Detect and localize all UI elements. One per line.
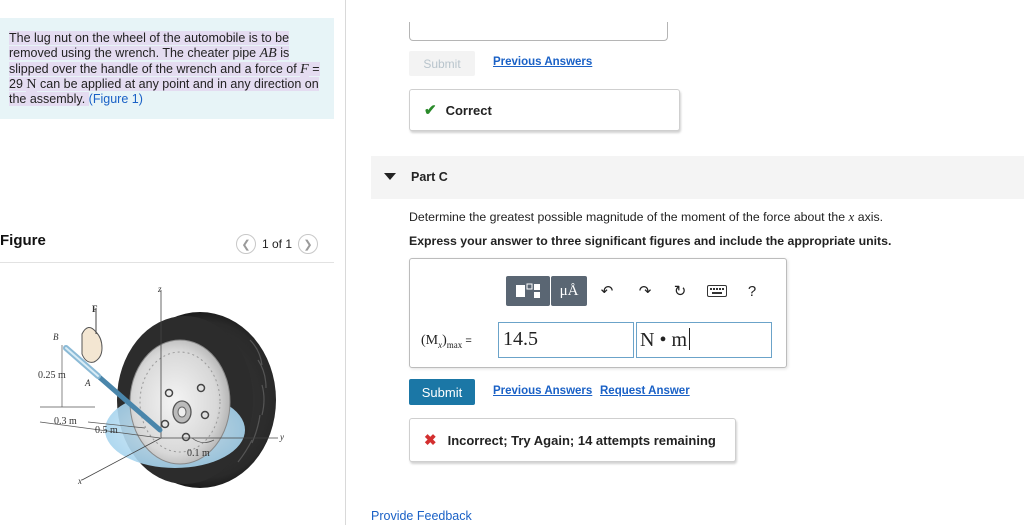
incorrect-text: Incorrect; Try Again; 14 attempts remain… <box>447 432 716 448</box>
problem-text-1: The lug nut on the wheel of the automobi… <box>9 31 290 61</box>
request-answer-link[interactable]: Request Answer <box>600 385 690 397</box>
figure-link[interactable]: (Figure 1) <box>89 92 143 106</box>
var-ab: AB <box>259 46 277 62</box>
label-d4: 0.1 m <box>187 448 210 459</box>
chevron-right-icon[interactable]: ❯ <box>298 234 319 254</box>
previous-answers-link-part-c[interactable]: Previous Answers <box>493 385 592 397</box>
page: The lug nut on the wheel of the automobi… <box>0 0 1024 525</box>
unit-n: N <box>26 76 37 92</box>
chevron-left-icon[interactable]: ❮ <box>236 234 256 254</box>
redo-icon[interactable]: ↷ <box>634 276 656 306</box>
equation-label: (Mx)max = <box>421 333 472 350</box>
var-f: F <box>300 61 309 77</box>
provide-feedback-link[interactable]: Provide Feedback <box>371 509 472 523</box>
value-input[interactable]: 14.5 <box>498 322 634 358</box>
keyboard-icon[interactable] <box>704 276 730 306</box>
submit-button-disabled: Submit <box>409 51 475 76</box>
label-d3: 0.5 m <box>95 425 118 436</box>
templates-icon[interactable] <box>506 276 550 306</box>
previous-answers-link[interactable]: Previous Answers <box>493 56 592 68</box>
column-divider <box>345 0 346 525</box>
figure-pager: ❮ 1 of 1 ❯ <box>236 234 319 254</box>
wheel-wrench-figure: z F B A 0.25 m 0.3 m 0.5 m 0.1 m y x <box>38 284 284 488</box>
units-icon[interactable]: μÅ <box>551 276 587 306</box>
figure-title: Figure <box>0 232 46 249</box>
text-caret <box>689 328 691 350</box>
figure-divider <box>0 262 334 263</box>
part-c-label[interactable]: Part C <box>411 170 448 184</box>
label-x: x <box>77 476 82 486</box>
label-a: A <box>84 378 91 388</box>
question-post: axis. <box>854 210 884 224</box>
label-d2: 0.3 m <box>54 416 77 427</box>
label-d1: 0.25 m <box>38 370 66 381</box>
question-text: Determine the greatest possible magnitud… <box>409 209 883 225</box>
collapse-triangle-icon[interactable] <box>384 173 396 180</box>
units-input[interactable]: N • m <box>636 322 772 358</box>
units-text: N • m <box>640 329 688 351</box>
eq-equals: = <box>462 335 472 347</box>
correct-feedback: ✔ Correct <box>409 89 680 131</box>
problem-text-4: can be applied at any point and in any d… <box>9 76 319 107</box>
eq-sub-max: max <box>446 339 463 350</box>
answer-box: μÅ ↶ ↷ ↻ ? (Mx)max = 14.5 N • m <box>409 258 787 368</box>
label-z: z <box>157 284 162 294</box>
problem-statement: The lug nut on the wheel of the automobi… <box>0 18 334 119</box>
label-y: y <box>279 432 284 442</box>
instruction-text: Express your answer to three significant… <box>409 234 892 248</box>
checkmark-icon: ✔ <box>424 102 437 119</box>
label-b: B <box>53 332 59 342</box>
value-text: 14.5 <box>503 328 538 350</box>
x-mark-icon: ✖ <box>424 432 437 449</box>
part-c-header[interactable] <box>371 156 1024 199</box>
reset-icon[interactable]: ↻ <box>669 276 691 306</box>
help-icon[interactable]: ? <box>741 276 763 306</box>
previous-answer-field <box>409 22 668 41</box>
undo-icon[interactable]: ↶ <box>596 276 618 306</box>
question-pre: Determine the greatest possible magnitud… <box>409 210 849 224</box>
submit-button[interactable]: Submit <box>409 379 475 405</box>
eq-open: (M <box>421 333 439 348</box>
label-f: F <box>92 304 98 314</box>
correct-text: Correct <box>445 102 492 118</box>
pager-text: 1 of 1 <box>262 237 293 251</box>
hand <box>81 327 103 363</box>
incorrect-feedback: ✖ Incorrect; Try Again; 14 attempts rema… <box>409 418 736 462</box>
